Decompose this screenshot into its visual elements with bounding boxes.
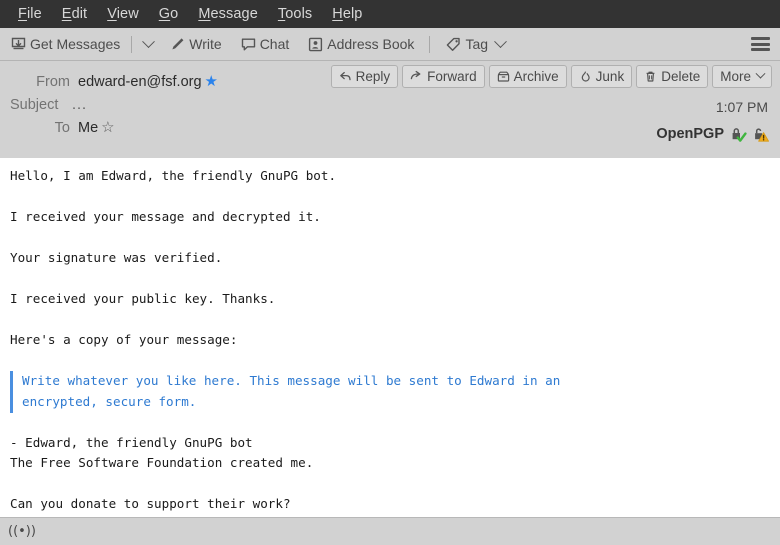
write-label: Write: [189, 36, 222, 52]
star-outline-icon[interactable]: ☆: [101, 120, 114, 135]
junk-flame-icon: [579, 70, 592, 83]
address-book-icon: [307, 36, 324, 53]
tag-button[interactable]: Tag: [439, 32, 511, 57]
menu-view-rest: iew: [116, 6, 139, 22]
signature-warning-icon[interactable]: [751, 125, 770, 143]
tag-label: Tag: [465, 36, 489, 52]
star-filled-icon[interactable]: ★: [205, 74, 218, 89]
archive-box-icon: [497, 70, 510, 83]
get-messages-button[interactable]: Get Messages: [4, 32, 126, 57]
junk-label: Junk: [595, 69, 625, 84]
openpgp-status[interactable]: OpenPGP: [656, 125, 770, 143]
body-paragraph-3: Your signature was verified.: [10, 250, 223, 266]
bot-signature: - Edward, the friendly GnuPG bot The Fre…: [10, 434, 314, 471]
menu-item-help[interactable]: Help: [322, 4, 372, 24]
forward-arrow-icon: [410, 70, 423, 83]
chevron-down-icon: [755, 68, 766, 79]
status-bar: ((•)): [0, 517, 780, 545]
hamburger-bar-1: [751, 37, 770, 40]
hamburger-bar-2: [751, 42, 770, 46]
inbox-download-icon: [10, 36, 27, 53]
header-row-subject: Subject ...: [0, 93, 780, 116]
archive-label: Archive: [513, 69, 559, 84]
junk-button[interactable]: Junk: [570, 65, 633, 88]
menu-help-accel: H: [332, 6, 343, 22]
reply-button[interactable]: Reply: [330, 65, 399, 88]
menu-file-accel: F: [18, 6, 27, 22]
quoted-message: Write whatever you like here. This messa…: [10, 371, 770, 413]
thunderbird-window: File Edit View Go Message Tools Help Get…: [0, 0, 780, 545]
menu-edit-rest: dit: [71, 6, 88, 22]
trash-can-icon: [644, 70, 657, 83]
from-value-group: edward-en@fsf.org ★: [78, 74, 218, 90]
broadcast-signal-icon[interactable]: ((•)): [8, 524, 36, 539]
menu-help-rest: elp: [342, 6, 363, 22]
body-paragraph-4: I received your public key. Thanks.: [10, 291, 276, 307]
menu-item-go[interactable]: Go: [149, 4, 189, 24]
menu-tools-rest: ools: [285, 6, 313, 22]
from-label: From: [36, 73, 70, 90]
chevron-down-icon: [141, 34, 155, 48]
message-header: From edward-en@fsf.org ★ Subject ... To …: [0, 61, 780, 158]
archive-button[interactable]: Archive: [488, 65, 567, 88]
toolbar-divider-2: [429, 35, 431, 53]
delete-label: Delete: [661, 69, 701, 84]
lock-verified-icon[interactable]: [728, 125, 747, 143]
menu-message-rest: essage: [210, 6, 258, 22]
to-value-group: Me ☆: [78, 120, 115, 136]
subject-label: Subject: [10, 96, 59, 113]
menu-view-accel: V: [107, 6, 117, 22]
menu-go-accel: G: [158, 6, 171, 22]
tag-icon: [445, 36, 462, 53]
address-book-label: Address Book: [327, 36, 415, 52]
pencil-icon: [169, 36, 186, 53]
menu-file-rest: ile: [26, 6, 42, 22]
menu-edit-accel: E: [61, 6, 72, 22]
subject-value: ...: [72, 96, 88, 113]
chat-button[interactable]: Chat: [234, 32, 296, 57]
chevron-down-icon: [494, 34, 507, 48]
get-messages-dropdown[interactable]: [137, 32, 157, 57]
body-paragraph-5: Here's a copy of your message:: [10, 332, 238, 348]
menu-bar: File Edit View Go Message Tools Help: [0, 0, 780, 28]
menu-item-tools[interactable]: Tools: [268, 4, 322, 24]
get-messages-label: Get Messages: [30, 36, 121, 52]
donate-prompt: Can you donate to support their work?: [10, 495, 291, 511]
body-paragraph-1: Hello, I am Edward, the friendly GnuPG b…: [10, 168, 337, 183]
to-recipient[interactable]: Me: [78, 120, 98, 136]
body-paragraph-2: I received your message and decrypted it…: [10, 209, 321, 225]
forward-button[interactable]: Forward: [402, 65, 485, 88]
menu-item-message[interactable]: Message: [188, 4, 268, 24]
main-toolbar: Get Messages Write Chat Address Book Tag: [0, 28, 780, 61]
menu-item-edit[interactable]: Edit: [52, 4, 97, 24]
toolbar-divider-1: [131, 35, 133, 53]
more-button[interactable]: More: [712, 65, 772, 88]
chat-label: Chat: [259, 36, 290, 52]
message-action-bar: Reply Forward Archive Junk Delete More: [330, 65, 772, 88]
chat-bubble-icon: [240, 36, 257, 53]
to-label: To: [54, 119, 70, 136]
subject-value-group: ...: [72, 97, 87, 113]
reply-arrow-icon: [339, 70, 352, 83]
menu-item-view[interactable]: View: [97, 4, 149, 24]
hamburger-menu-icon[interactable]: [751, 37, 770, 51]
address-book-button[interactable]: Address Book: [301, 32, 420, 57]
openpgp-label: OpenPGP: [656, 126, 724, 142]
more-label: More: [720, 69, 751, 84]
message-timestamp: 1:07 PM: [715, 99, 768, 115]
delete-button[interactable]: Delete: [636, 65, 709, 88]
forward-label: Forward: [427, 69, 477, 84]
message-body: Hello, I am Edward, the friendly GnuPG b…: [0, 158, 780, 517]
menu-item-file[interactable]: File: [8, 4, 52, 24]
menu-go-rest: o: [170, 6, 179, 22]
menu-message-accel: M: [198, 6, 211, 22]
write-button[interactable]: Write: [163, 32, 227, 57]
from-address[interactable]: edward-en@fsf.org: [78, 74, 202, 90]
hamburger-bar-3: [751, 48, 770, 51]
reply-label: Reply: [355, 69, 391, 84]
